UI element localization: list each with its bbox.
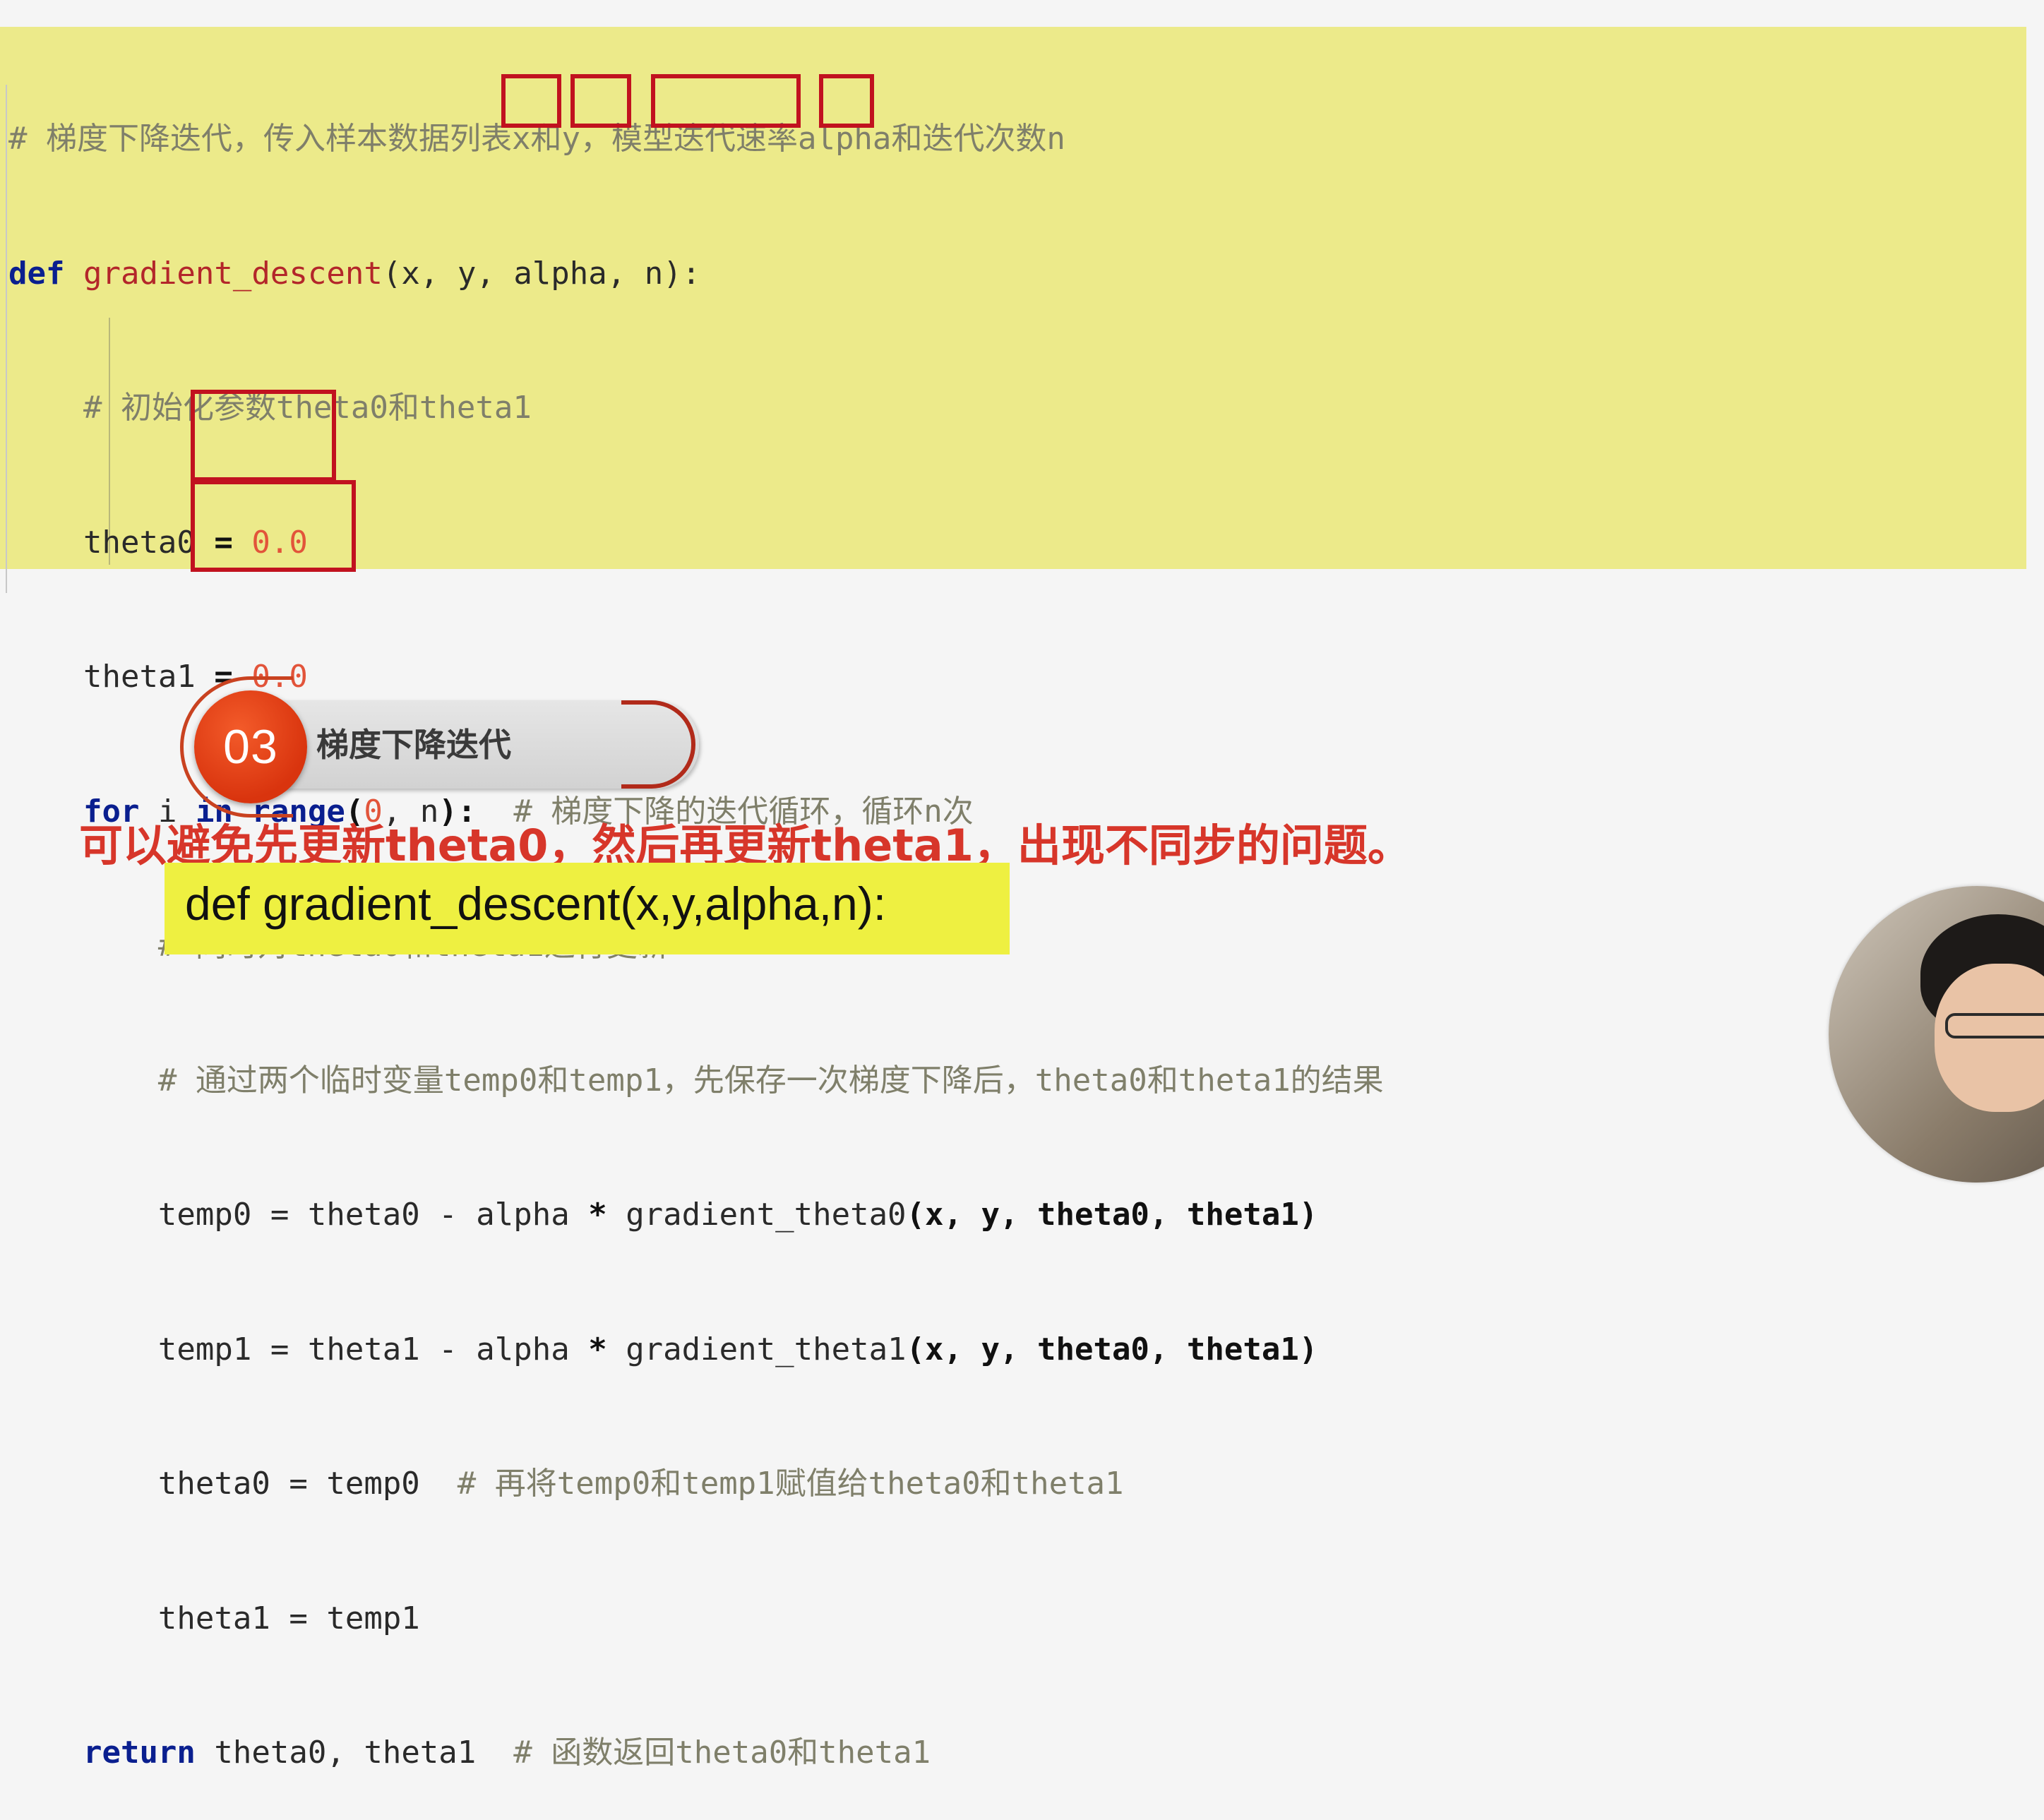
code-line-10: temp1 = theta1 - alpha * gradient_theta1… — [8, 1327, 2028, 1372]
multiply-op: * — [588, 1331, 607, 1367]
glasses-icon — [1945, 1013, 2044, 1038]
param-n: n — [644, 255, 664, 292]
highlight-box-x — [501, 74, 561, 128]
function-name: gradient_descent — [83, 255, 383, 292]
editor-gutter — [6, 85, 7, 593]
function-call: gradient_theta1 — [606, 1331, 907, 1367]
highlight-box-temp — [191, 390, 336, 481]
code-line-2: def gradient_descent(x, y, alpha, n): — [8, 251, 2028, 297]
highlight-box-n — [819, 74, 874, 128]
highlight-box-y — [570, 74, 631, 128]
code-line-13: return theta0, theta1 # 函数返回theta0和theta… — [8, 1730, 2028, 1776]
comma: , — [419, 255, 439, 292]
code-line-8: # 通过两个临时变量temp0和temp1，先保存一次梯度下降后，theta0和… — [8, 1058, 2028, 1103]
return-values: theta0, theta1 — [195, 1735, 477, 1771]
variable: theta1 — [83, 659, 196, 695]
code-line-5: theta1 = 0.0 — [8, 654, 2028, 700]
code-line-1: # 梯度下降迭代，传入样本数据列表x和y，模型迭代速率alpha和迭代次数n — [8, 116, 2028, 162]
highlight-box-theta — [191, 480, 356, 572]
expression: = temp0 — [270, 1466, 420, 1502]
call-args: (x, y, theta0, theta1) — [906, 1197, 1318, 1233]
code-line-11: theta0 = temp0 # 再将temp0和temp1赋值给theta0和… — [8, 1461, 2028, 1507]
paren-close: ): — [663, 255, 701, 292]
comma: , — [476, 255, 495, 292]
keyword-def: def — [8, 255, 65, 292]
variable: temp0 — [157, 1197, 252, 1233]
param-x: x — [401, 255, 420, 292]
comment: # 再将temp0和temp1赋值给theta0和theta1 — [419, 1466, 1124, 1502]
code-line-12: theta1 = temp1 — [8, 1596, 2028, 1641]
code-line-9: temp0 = theta0 - alpha * gradient_theta0… — [8, 1192, 2028, 1238]
variable: theta0 — [83, 524, 196, 561]
param-alpha: alpha — [513, 255, 607, 292]
expression: = theta0 - alpha — [251, 1197, 589, 1233]
comment: # 通过两个临时变量temp0和temp1，先保存一次梯度下降后，theta0和… — [157, 1062, 1384, 1098]
paren-open: ( — [382, 255, 402, 292]
param-y: y — [457, 255, 477, 292]
keyword-return: return — [83, 1735, 196, 1771]
variable: theta1 — [157, 1600, 270, 1636]
variable: theta0 — [157, 1466, 270, 1502]
comment: # 函数返回theta0和theta1 — [476, 1735, 931, 1771]
call-args: (x, y, theta0, theta1) — [906, 1331, 1318, 1367]
multiply-op: * — [588, 1197, 607, 1233]
presenter-avatar-icon — [1829, 886, 2044, 1183]
expression: = theta1 - alpha — [251, 1331, 589, 1367]
comma: , — [606, 255, 626, 292]
section-title: 梯度下降迭代 — [316, 726, 511, 764]
caption-text: def gradient_descent(x,y,alpha,n): — [185, 878, 887, 930]
highlight-box-alpha — [651, 74, 801, 128]
expression: = temp1 — [270, 1600, 420, 1636]
section-number: 03 — [194, 690, 307, 803]
variable: temp1 — [157, 1331, 252, 1367]
function-call: gradient_theta0 — [606, 1197, 907, 1233]
